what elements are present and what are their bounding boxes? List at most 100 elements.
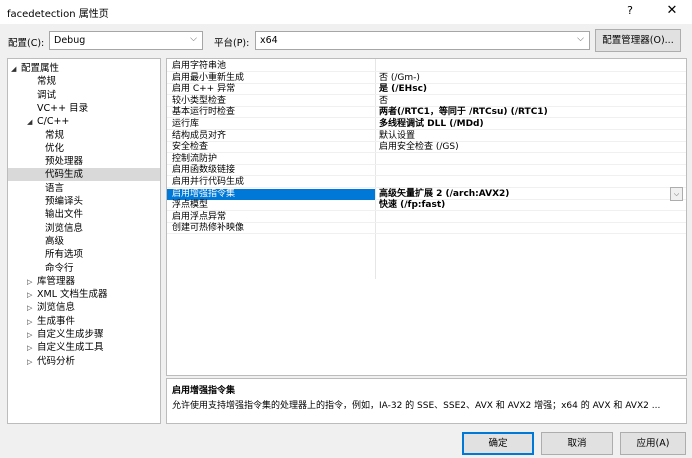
chevron-down-icon: ⌵	[577, 34, 584, 44]
tree-item-label: 预处理器	[45, 156, 84, 168]
tree-item[interactable]: 代码生成	[8, 168, 160, 182]
property-row[interactable]: 启用增强指令集 高级矢量扩展 2 (/arch:AVX2) ⌵	[167, 186, 686, 201]
tree-item[interactable]: ◢ 配置属性	[11, 62, 59, 75]
property-value: 否 (/Gm-)	[379, 72, 420, 83]
property-value: 默认设置	[379, 130, 416, 141]
tree-item[interactable]: ▷ 库管理器	[27, 275, 75, 288]
description-text: 允许使用支持增强指令集的处理器上的指令，例如，IA-32 的 SSE、SSE2、…	[172, 401, 661, 411]
ok-button[interactable]: 确定	[462, 432, 534, 455]
property-value: 是 (/EHsc)	[379, 84, 428, 95]
property-name: 启用字符串池	[172, 61, 227, 71]
chevron-down-icon[interactable]: ⌵	[670, 186, 683, 201]
property-row[interactable]: 启用字符串池	[167, 61, 686, 72]
property-row[interactable]: 启用并行代码生成	[167, 177, 686, 188]
property-name: 控制流防护	[172, 153, 218, 164]
tree-item-label: 预编译头	[45, 196, 84, 207]
tree-item[interactable]: 输出文件	[35, 208, 83, 221]
expanded-arrow-icon[interactable]: ◢	[27, 116, 37, 129]
tree-item[interactable]: ▷ 浏览信息	[27, 301, 75, 314]
property-name: 基本运行时检查	[172, 107, 236, 118]
property-row[interactable]: 安全检查 启用安全检查 (/GS)	[167, 142, 686, 154]
configuration-dropdown[interactable]: Debug ⌵	[49, 31, 203, 50]
tree-item[interactable]: 浏览信息	[35, 222, 83, 235]
property-name: 启用最小重新生成	[172, 72, 245, 83]
tree-item-label: 代码生成	[45, 169, 84, 181]
platform-dropdown[interactable]: x64 ⌵	[255, 31, 590, 50]
property-name: 结构成员对齐	[172, 130, 227, 141]
tree-item[interactable]: ▷ 生成事件	[27, 315, 75, 328]
property-row[interactable]: 运行库 多线程调试 DLL (/MDd)	[167, 119, 686, 130]
property-name: 启用浮点异常	[172, 211, 227, 222]
property-row[interactable]: 结构成员对齐 默认设置	[167, 131, 686, 142]
property-name: 启用增强指令集	[167, 188, 375, 200]
collapsed-arrow-icon[interactable]: ▷	[27, 302, 37, 315]
property-row[interactable]: 启用最小重新生成 否 (/Gm-)	[167, 73, 686, 84]
property-value: 两者(/RTC1，等同于 /RTCsu) (/RTC1)	[379, 107, 548, 118]
platform-value: x64	[260, 35, 278, 46]
tree-item-label: 库管理器	[37, 275, 76, 287]
tree-item-label: 代码分析	[37, 355, 76, 367]
tree-item[interactable]: 预编译头	[35, 195, 83, 208]
tree-item[interactable]: ▷ 自定义生成步骤	[27, 328, 104, 341]
apply-button[interactable]: 应用(A)	[620, 432, 686, 455]
tree-item[interactable]: 常规	[35, 129, 64, 142]
collapsed-arrow-icon[interactable]: ▷	[27, 276, 37, 289]
tree-item-label: 生成事件	[37, 315, 76, 327]
tree-item[interactable]: 调试	[27, 89, 56, 102]
property-row[interactable]: 控制流防护	[167, 154, 686, 165]
property-name: 较小类型检查	[172, 95, 227, 106]
property-row[interactable]: 启用浮点异常	[167, 212, 686, 223]
tree-item-label: VC++ 目录	[37, 102, 89, 114]
close-icon[interactable]: ✕	[663, 3, 681, 18]
tree-item[interactable]: VC++ 目录	[27, 102, 88, 115]
tree-item[interactable]: 所有选项	[35, 248, 83, 261]
tree-item[interactable]: 语言	[35, 182, 64, 195]
property-name: 启用函数级链接	[172, 165, 236, 176]
chevron-down-icon: ⌵	[190, 34, 197, 44]
tree-item[interactable]: 命令行	[35, 262, 74, 275]
property-name: 运行库	[172, 119, 200, 129]
property-value[interactable]: 高级矢量扩展 2 (/arch:AVX2)	[379, 189, 509, 200]
property-row[interactable]: 启用 C++ 异常 是 (/EHsc)	[167, 84, 686, 96]
tree-item-label: 常规	[37, 76, 57, 88]
property-name: 创建可热修补映像	[172, 223, 245, 234]
property-name: 安全检查	[172, 142, 209, 153]
property-row[interactable]: 浮点模型 快速 (/fp:fast)	[167, 200, 686, 212]
tree-item[interactable]: 预处理器	[35, 155, 83, 168]
tree-item-label: 语言	[45, 182, 65, 194]
tree-item[interactable]: ◢ C/C++	[27, 115, 69, 128]
collapsed-arrow-icon[interactable]: ▷	[27, 329, 37, 342]
property-grid[interactable]: 启用字符串池 启用最小重新生成 否 (/Gm-) 启用 C++ 异常 是 (/EHsc)…	[166, 58, 687, 376]
tree-item[interactable]: ▷ 代码分析	[27, 355, 75, 368]
property-row[interactable]: 较小类型检查 否	[167, 96, 686, 107]
tree-item-label: XML 文档生成器	[37, 289, 108, 301]
collapsed-arrow-icon[interactable]: ▷	[27, 356, 37, 369]
tree-item-label: 优化	[45, 142, 65, 154]
property-value: 多线程调试 DLL (/MDd)	[379, 119, 484, 129]
property-name: 启用 C++ 异常	[172, 84, 236, 95]
property-row[interactable]: 基本运行时检查 两者(/RTC1，等同于 /RTCsu) (/RTC1)	[167, 107, 686, 119]
property-tree[interactable]: ◢ 配置属性 常规 调试 VC++ 目录 ◢ C/C++ 常规 优化 预处理器 代码生成 语言 预编译头…	[7, 58, 161, 424]
tree-item[interactable]: 优化	[35, 142, 64, 155]
property-value: 否	[379, 95, 389, 106]
expanded-arrow-icon[interactable]: ◢	[11, 63, 21, 76]
collapsed-arrow-icon[interactable]: ▷	[27, 289, 37, 302]
title-bar: facedetection 属性页 ? ✕	[0, 0, 692, 24]
configuration-value: Debug	[54, 35, 86, 46]
tree-item-label: 常规	[45, 129, 65, 141]
tree-item[interactable]: ▷ 自定义生成工具	[27, 341, 104, 354]
property-row[interactable]: 创建可热修补映像	[167, 223, 686, 235]
property-name: 启用并行代码生成	[172, 177, 245, 187]
property-value: 启用安全检查 (/GS)	[379, 142, 459, 153]
tree-item[interactable]: 高级	[35, 235, 64, 248]
configuration-label: 配置(C):	[8, 38, 45, 49]
tree-item-label: 命令行	[45, 262, 74, 274]
property-row[interactable]: 启用函数级链接	[167, 165, 686, 177]
help-icon[interactable]: ?	[622, 4, 638, 17]
configuration-manager-button[interactable]: 配置管理器(O)...	[595, 29, 681, 52]
tree-item[interactable]: 常规	[27, 75, 56, 88]
collapsed-arrow-icon[interactable]: ▷	[27, 316, 37, 329]
tree-item[interactable]: ▷ XML 文档生成器	[27, 288, 108, 301]
collapsed-arrow-icon[interactable]: ▷	[27, 342, 37, 355]
cancel-button[interactable]: 取消	[541, 432, 613, 455]
